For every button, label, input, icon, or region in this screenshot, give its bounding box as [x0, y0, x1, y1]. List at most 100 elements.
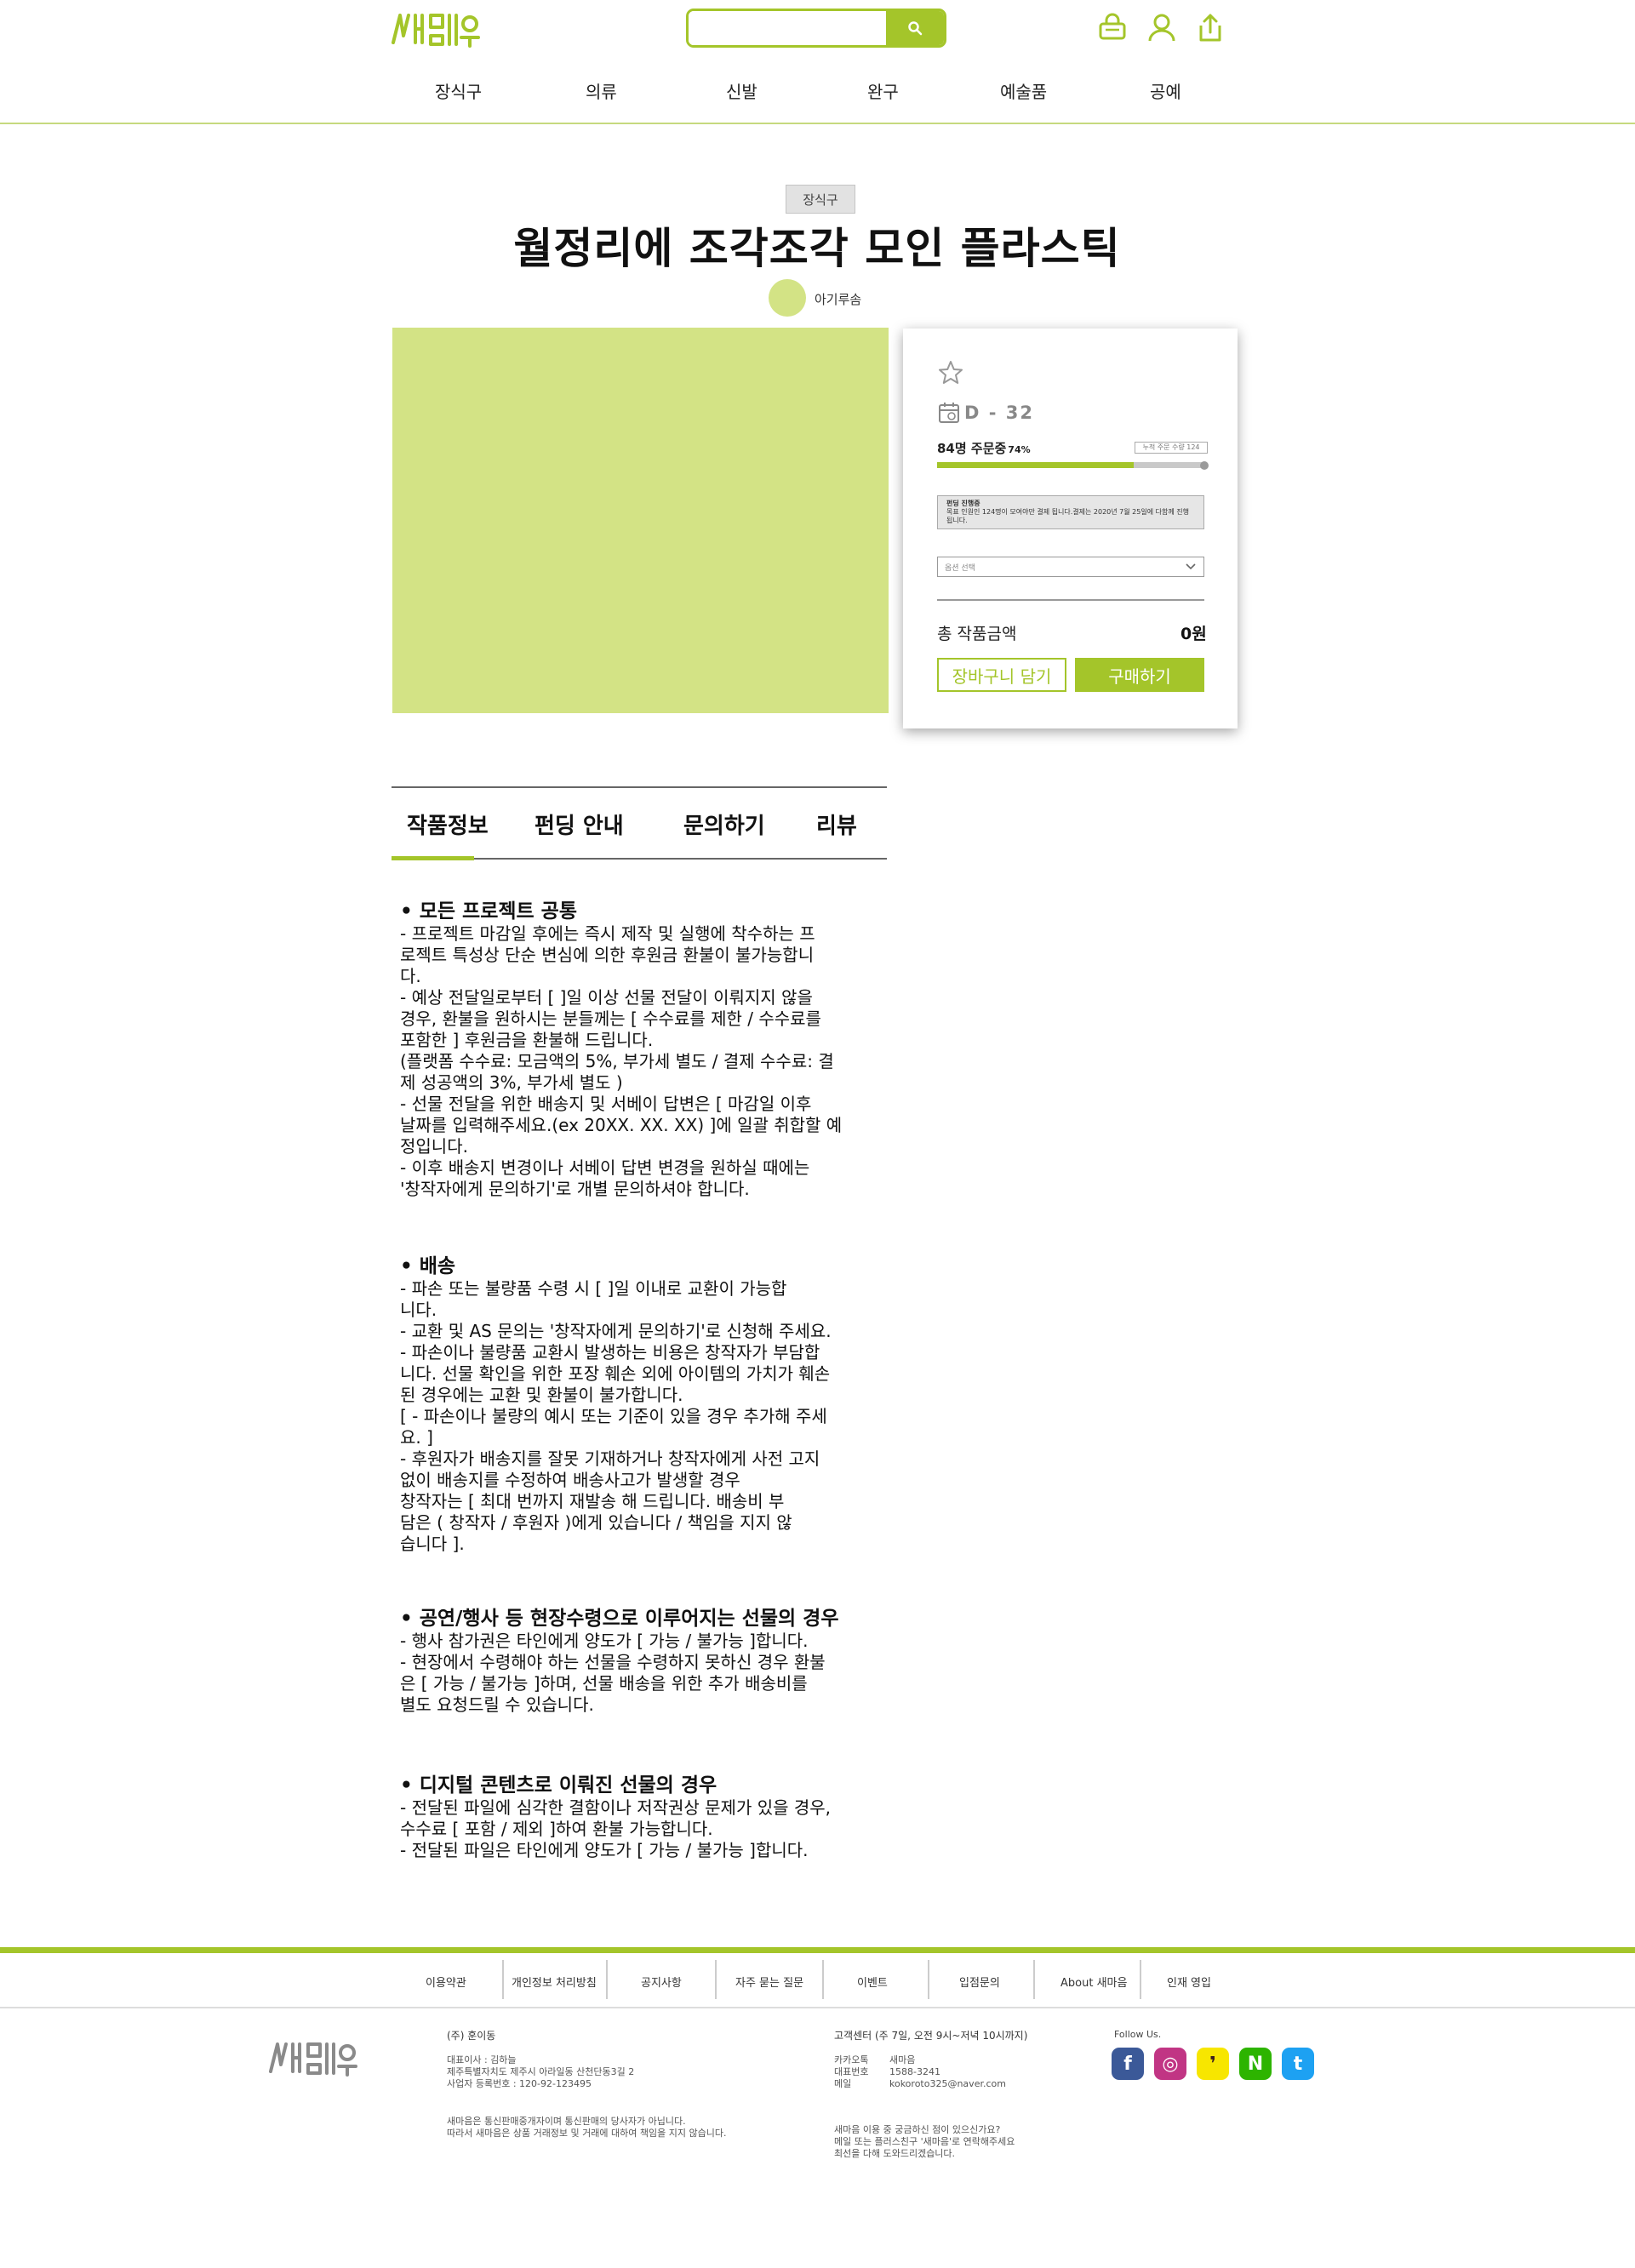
section-title: • 배송	[400, 1255, 456, 1277]
footer-disclaimer: 새마음은 통신판매중개자이며 통신판매의 당사자가 아닙니다. 따라서 새마음은…	[447, 2116, 727, 2139]
nav-item-shoes[interactable]: 신발	[726, 78, 757, 103]
tab-inquiry[interactable]: 문의하기	[683, 808, 765, 840]
footer-link-faq[interactable]: 자주 묻는 질문	[735, 1974, 803, 1990]
facebook-icon-glyph: f	[1123, 2053, 1132, 2075]
active-tab-indicator	[392, 856, 474, 860]
tab-review[interactable]: 리뷰	[816, 808, 857, 840]
instagram-icon[interactable]: ◎	[1154, 2048, 1186, 2080]
search-box	[686, 9, 946, 48]
creator-name[interactable]: 아기루솜	[815, 290, 861, 308]
panel-divider	[937, 599, 1204, 601]
share-button[interactable]	[1193, 10, 1227, 44]
footer-cs-note: 새마음 이용 중 궁금하신 점이 있으신가요? 메일 또는 플러스친구 '새마음…	[834, 2124, 1015, 2159]
footer-company-info: 대표이사 : 김하늘 제주특별자치도 제주시 아라일동 산천단동3길 2 사업자…	[447, 2054, 635, 2089]
goal-badge: 누적 주문 수량 124	[1135, 442, 1208, 454]
dday-row: D - 32	[937, 400, 1034, 426]
product-image	[392, 328, 889, 713]
nav-item-art[interactable]: 예술품	[1000, 78, 1047, 103]
dday-label: D - 32	[964, 403, 1034, 423]
divider	[715, 1960, 717, 1999]
footer-link-privacy[interactable]: 개인정보 처리방침	[512, 1974, 597, 1990]
option-select-label: 옵션 선택	[945, 563, 975, 573]
purchase-panel: D - 32 84명 주문중 74% 누적 주문 수량 124 펀딩 진행중 목표…	[903, 328, 1238, 728]
buy-button[interactable]: 구매하기	[1075, 658, 1204, 692]
section-body: - 전달된 파일에 심각한 결함이나 저작권상 문제가 있을 경우, 수수료 […	[400, 1797, 832, 1860]
tab-product-info[interactable]: 작품정보	[407, 808, 489, 840]
policy-section-common: • 모든 프로젝트 공통 - 프로젝트 마감일 후에는 즉시 제작 및 실행에 …	[400, 900, 894, 1200]
avatar[interactable]	[769, 279, 806, 317]
page-title: 월정리에 조각조각 모인 플라스틱	[513, 224, 1121, 273]
search-icon	[908, 21, 923, 36]
nav-item-toys[interactable]: 완구	[867, 78, 899, 103]
funding-progress-bar	[937, 462, 1203, 468]
section-body: - 프로젝트 마감일 후에는 즉시 제작 및 실행에 착수하는 프 로젝트 특성…	[400, 923, 843, 1199]
user-button[interactable]	[1145, 10, 1179, 44]
section-body: - 행사 참가권은 타인에게 양도가 [ 가능 / 불가능 ]합니다. - 현장…	[400, 1631, 826, 1715]
footer-accent-bar	[0, 1947, 1635, 1953]
cart-button[interactable]	[1095, 10, 1129, 44]
nav-item-crafts[interactable]: 공예	[1150, 78, 1181, 103]
divider	[822, 1960, 824, 1999]
section-title: • 디지털 콘텐츠로 이뤄진 선물의 경우	[400, 1774, 717, 1797]
footer-logo[interactable]	[267, 2039, 359, 2078]
share-icon	[1199, 14, 1221, 42]
section-title: • 모든 프로젝트 공통	[400, 900, 578, 923]
section-body: - 파손 또는 불량품 수령 시 [ ]일 이내로 교환이 가능합 니다. - …	[400, 1278, 832, 1554]
follow-label: Follow Us.	[1114, 2029, 1162, 2040]
add-to-cart-button[interactable]: 장바구니 담기	[937, 658, 1066, 692]
policy-section-shipping: • 배송 - 파손 또는 불량품 수령 시 [ ]일 이내로 교환이 가능합 니…	[400, 1254, 894, 1555]
brand-logo[interactable]	[390, 10, 482, 49]
twitter-icon-glyph: t	[1293, 2053, 1303, 2075]
option-select[interactable]: 옵션 선택	[937, 557, 1204, 577]
funding-progress-fill	[937, 462, 1134, 468]
twitter-icon[interactable]: t	[1282, 2048, 1314, 2080]
total-label: 총 작품금액	[937, 625, 1017, 643]
footer-link-event[interactable]: 이벤트	[857, 1974, 888, 1990]
kakaotalk-icon[interactable]: ❜	[1197, 2048, 1229, 2080]
footer-link-terms[interactable]: 이용약관	[426, 1974, 466, 1990]
progress-end-dot	[1200, 461, 1209, 470]
search-input[interactable]	[689, 11, 889, 45]
divider	[606, 1960, 608, 1999]
policy-section-digital: • 디지털 콘텐츠로 이뤄진 선물의 경우 - 전달된 파일에 심각한 결함이나…	[400, 1774, 894, 1861]
user-icon	[1148, 14, 1175, 42]
calendar-icon	[939, 403, 959, 423]
category-nav: 장식구 의류 신발 완구 예술품 공예	[390, 78, 1241, 112]
footer-link-about[interactable]: About 새마음	[1060, 1974, 1127, 1990]
footer-link-partner[interactable]: 입점문의	[959, 1974, 1000, 1990]
search-button[interactable]	[886, 11, 944, 45]
order-percent: 74%	[1008, 444, 1031, 455]
category-badge[interactable]: 장식구	[786, 185, 855, 214]
notice-title: 펀딩 진행중	[946, 500, 980, 507]
funding-notice: 펀딩 진행중 목표 인원인 124명이 모여야만 결제 됩니다.결제는 2020…	[937, 495, 1204, 529]
instagram-icon-glyph: ◎	[1162, 2053, 1179, 2075]
order-count: 84명 주문중 74%	[937, 439, 1031, 457]
footer-company-name: (주) 훈이동	[447, 2030, 496, 2042]
section-title: • 공연/행사 등 현장수령으로 이루어지는 선물의 경우	[400, 1608, 839, 1630]
cart-icon	[1099, 13, 1126, 40]
detail-tabs: 작품정보 펀딩 안내 문의하기 리뷰	[392, 786, 887, 860]
chevron-down-icon	[1186, 563, 1196, 570]
nav-item-accessories[interactable]: 장식구	[435, 78, 482, 103]
facebook-icon[interactable]: f	[1112, 2048, 1144, 2080]
nav-item-clothing[interactable]: 의류	[586, 78, 617, 103]
footer-link-notice[interactable]: 공지사항	[641, 1974, 682, 1990]
total-value: 0원	[1181, 625, 1207, 643]
divider	[928, 1960, 929, 1999]
divider	[1140, 1960, 1141, 1999]
naver-icon-glyph: N	[1247, 2053, 1264, 2075]
tab-funding-guide[interactable]: 펀딩 안내	[535, 808, 624, 840]
divider	[502, 1960, 504, 1999]
footer-link-careers[interactable]: 인재 영입	[1167, 1974, 1211, 1990]
star-icon[interactable]	[937, 359, 964, 386]
site-header: 장식구 의류 신발 완구 예술품 공예	[0, 0, 1635, 124]
footer-cs-title: 고객센터 (주 7일, 오전 9시~저녁 10시까지)	[834, 2030, 1028, 2042]
footer-cs-labels: 카카오톡 대표번호 메일	[834, 2054, 869, 2089]
policy-section-onsite: • 공연/행사 등 현장수령으로 이루어지는 선물의 경우 - 행사 참가권은 …	[400, 1607, 894, 1716]
footer-links: 이용약관 개인정보 처리방침 공지사항 자주 묻는 질문 이벤트 입점문의 Ab…	[0, 1953, 1635, 2008]
notice-body: 목표 인원인 124명이 모여야만 결제 됩니다.결제는 2020년 7월 25…	[946, 508, 1189, 524]
order-count-text: 84명 주문중	[937, 441, 1007, 456]
naver-icon[interactable]: N	[1239, 2048, 1272, 2080]
divider	[1033, 1960, 1035, 1999]
footer-cs-values: 새마음 1588-3241 kokoroto325@naver.com	[889, 2054, 1006, 2089]
